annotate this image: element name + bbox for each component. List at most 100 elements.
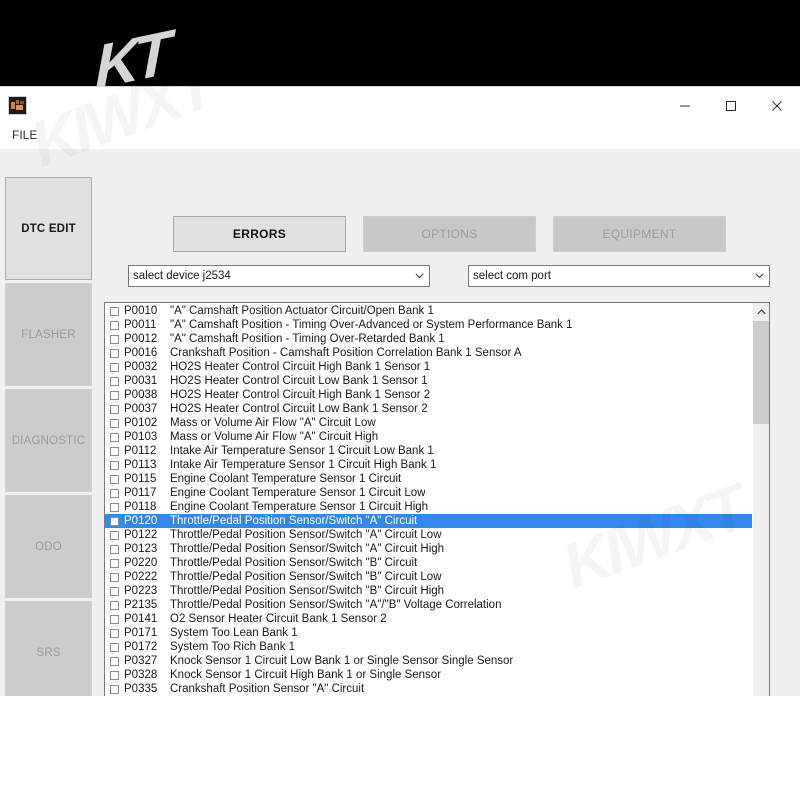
dtc-row-checkbox[interactable] — [110, 334, 119, 344]
dtc-row-code: P0172 — [124, 641, 158, 653]
sidebar-item-diagnostic[interactable]: DIAGNOSTIC — [5, 389, 92, 492]
sidebar-item-odo[interactable]: ODO — [5, 495, 92, 598]
dtc-row-code: P0122 — [124, 529, 158, 541]
dtc-row-checkbox[interactable] — [110, 642, 119, 652]
dtc-list[interactable]: P0010 "A" Camshaft Position Actuator Circ… — [104, 302, 770, 709]
dtc-row-checkbox[interactable] — [110, 460, 119, 470]
chevron-down-icon — [410, 266, 429, 286]
dtc-row[interactable]: P0115 Engine Coolant Temperature Sensor 1… — [105, 472, 753, 486]
dtc-row[interactable]: P0032 HO2S Heater Control Circuit High Ba… — [105, 360, 753, 374]
device-select[interactable]: salect device j2534 — [128, 265, 430, 287]
dtc-row-checkbox[interactable] — [110, 474, 119, 484]
dtc-row[interactable]: P0122 Throttle/Pedal Position Sensor/Swit… — [105, 528, 753, 542]
page-bottom-filler — [0, 696, 800, 800]
dtc-row-checkbox[interactable] — [110, 306, 119, 316]
dtc-row-description: O2 Sensor Heater Circuit Bank 1 Sensor 2 — [170, 613, 387, 625]
sidebar-item-dtc-edit[interactable]: DTC EDIT — [5, 177, 92, 280]
dtc-row-checkbox[interactable] — [110, 516, 119, 526]
close-button[interactable] — [754, 87, 800, 125]
dtc-row[interactable]: P0327 Knock Sensor 1 Circuit Low Bank 1 o… — [105, 654, 753, 668]
dtc-row-description: Throttle/Pedal Position Sensor/Switch "A… — [170, 543, 445, 555]
dtc-row-code: P0117 — [124, 487, 157, 499]
dtc-row[interactable]: P0010 "A" Camshaft Position Actuator Circ… — [105, 304, 753, 318]
tab-options[interactable]: OPTIONS — [363, 216, 536, 252]
scrollbar-thumb[interactable] — [753, 321, 769, 424]
sidebar-item-srs[interactable]: SRS — [5, 601, 92, 704]
dtc-row-code: P0118 — [124, 501, 157, 513]
dtc-row-code: P0011 — [124, 319, 157, 331]
dtc-row-code: P0037 — [124, 403, 158, 415]
dtc-row[interactable]: P0031 HO2S Heater Control Circuit Low Ban… — [105, 374, 753, 388]
dtc-row-code: P0112 — [124, 445, 157, 457]
dtc-row-checkbox[interactable] — [110, 390, 119, 400]
dtc-row-checkbox[interactable] — [110, 404, 119, 414]
maximize-button[interactable] — [708, 87, 754, 125]
dtc-row-checkbox[interactable] — [110, 558, 119, 568]
scroll-up-icon[interactable] — [753, 303, 769, 320]
dtc-row[interactable]: P0012 "A" Camshaft Position - Timing Over… — [105, 332, 753, 346]
tab-label: ERRORS — [232, 227, 287, 241]
dtc-row[interactable]: P0038 HO2S Heater Control Circuit High Ba… — [105, 388, 753, 402]
dtc-row-checkbox[interactable] — [110, 600, 119, 610]
dtc-row[interactable]: P0011 "A" Camshaft Position - Timing Over… — [105, 318, 753, 332]
dtc-row-description: Throttle/Pedal Position Sensor/Switch "A… — [170, 515, 418, 527]
dtc-row-checkbox[interactable] — [110, 488, 119, 498]
dtc-row[interactable]: P0117 Engine Coolant Temperature Sensor 1… — [105, 486, 753, 500]
dtc-row[interactable]: P0112 Intake Air Temperature Sensor 1 Cir… — [105, 444, 753, 458]
dtc-row[interactable]: P0102 Mass or Volume Air Flow "A" Circuit… — [105, 416, 753, 430]
dtc-row-description: Engine Coolant Temperature Sensor 1 Circ… — [170, 473, 402, 485]
dtc-row-checkbox[interactable] — [110, 572, 119, 582]
dtc-row-description: HO2S Heater Control Circuit Low Bank 1 S… — [170, 403, 428, 415]
dtc-row[interactable]: P0222 Throttle/Pedal Position Sensor/Swit… — [105, 570, 753, 584]
dtc-row[interactable]: P0328 Knock Sensor 1 Circuit High Bank 1 … — [105, 668, 753, 682]
sidebar-item-flasher[interactable]: FLASHER — [5, 283, 92, 386]
dtc-row[interactable]: P0113 Intake Air Temperature Sensor 1 Cir… — [105, 458, 753, 472]
window-titlebar — [0, 87, 800, 125]
dtc-row-checkbox[interactable] — [110, 628, 119, 638]
dtc-row-checkbox[interactable] — [110, 586, 119, 596]
dtc-row[interactable]: P2135 Throttle/Pedal Position Sensor/Swit… — [105, 598, 753, 612]
dtc-row[interactable]: P0220 Throttle/Pedal Position Sensor/Swit… — [105, 556, 753, 570]
dtc-row[interactable]: P0016 Crankshaft Position - Camshaft Posi… — [105, 346, 753, 360]
dtc-row-checkbox[interactable] — [110, 320, 119, 330]
dtc-row-checkbox[interactable] — [110, 670, 119, 680]
dtc-row[interactable]: P0123 Throttle/Pedal Position Sensor/Swit… — [105, 542, 753, 556]
dtc-row[interactable]: P0120 Throttle/Pedal Position Sensor/Swit… — [105, 514, 753, 528]
dtc-row[interactable]: P0223 Throttle/Pedal Position Sensor/Swit… — [105, 584, 753, 598]
dtc-row-checkbox[interactable] — [110, 656, 119, 666]
dtc-row[interactable]: P0171 System Too Lean Bank 1 — [105, 626, 753, 640]
dtc-row[interactable]: P0118 Engine Coolant Temperature Sensor 1… — [105, 500, 753, 514]
dtc-row-checkbox[interactable] — [110, 432, 119, 442]
dtc-row-checkbox[interactable] — [110, 418, 119, 428]
dtc-row[interactable]: P0037 HO2S Heater Control Circuit Low Ban… — [105, 402, 753, 416]
com-port-select-value: select com port — [473, 270, 551, 282]
dtc-row-checkbox[interactable] — [110, 376, 119, 386]
dtc-row-description: HO2S Heater Control Circuit High Bank 1 … — [170, 361, 431, 373]
dtc-row-checkbox[interactable] — [110, 530, 119, 540]
dtc-row-checkbox[interactable] — [110, 544, 119, 554]
dtc-row-description: Mass or Volume Air Flow "A" Circuit Low — [170, 417, 376, 429]
dtc-row-checkbox[interactable] — [110, 614, 119, 624]
dtc-list-scrollbar[interactable] — [752, 303, 769, 708]
dtc-row-description: Throttle/Pedal Position Sensor/Switch "A… — [170, 599, 502, 611]
dtc-row-checkbox[interactable] — [110, 502, 119, 512]
tab-errors[interactable]: ERRORS — [173, 216, 346, 252]
menu-file[interactable]: FILE — [9, 125, 40, 145]
dtc-row-checkbox[interactable] — [110, 684, 119, 694]
menubar: FILE — [0, 125, 800, 149]
dtc-row-description: Throttle/Pedal Position Sensor/Switch "B… — [170, 585, 445, 597]
dtc-row-code: P0113 — [124, 459, 157, 471]
dtc-list-rows: P0010 "A" Camshaft Position Actuator Circ… — [105, 303, 753, 708]
tab-equipment[interactable]: EQUIPMENT — [553, 216, 726, 252]
dtc-row-checkbox[interactable] — [110, 446, 119, 456]
dtc-row-code: P0335 — [124, 683, 158, 695]
dtc-row-checkbox[interactable] — [110, 348, 119, 358]
dtc-row[interactable]: P0141 O2 Sensor Heater Circuit Bank 1 Sen… — [105, 612, 753, 626]
chevron-down-icon — [750, 266, 769, 286]
minimize-button[interactable] — [662, 87, 708, 125]
dtc-row-checkbox[interactable] — [110, 362, 119, 372]
com-port-select[interactable]: select com port — [468, 265, 770, 287]
dtc-row[interactable]: P0103 Mass or Volume Air Flow "A" Circuit… — [105, 430, 753, 444]
dtc-row[interactable]: P0335 Crankshaft Position Sensor "A" Circ… — [105, 682, 753, 696]
dtc-row[interactable]: P0172 System Too Rich Bank 1 — [105, 640, 753, 654]
